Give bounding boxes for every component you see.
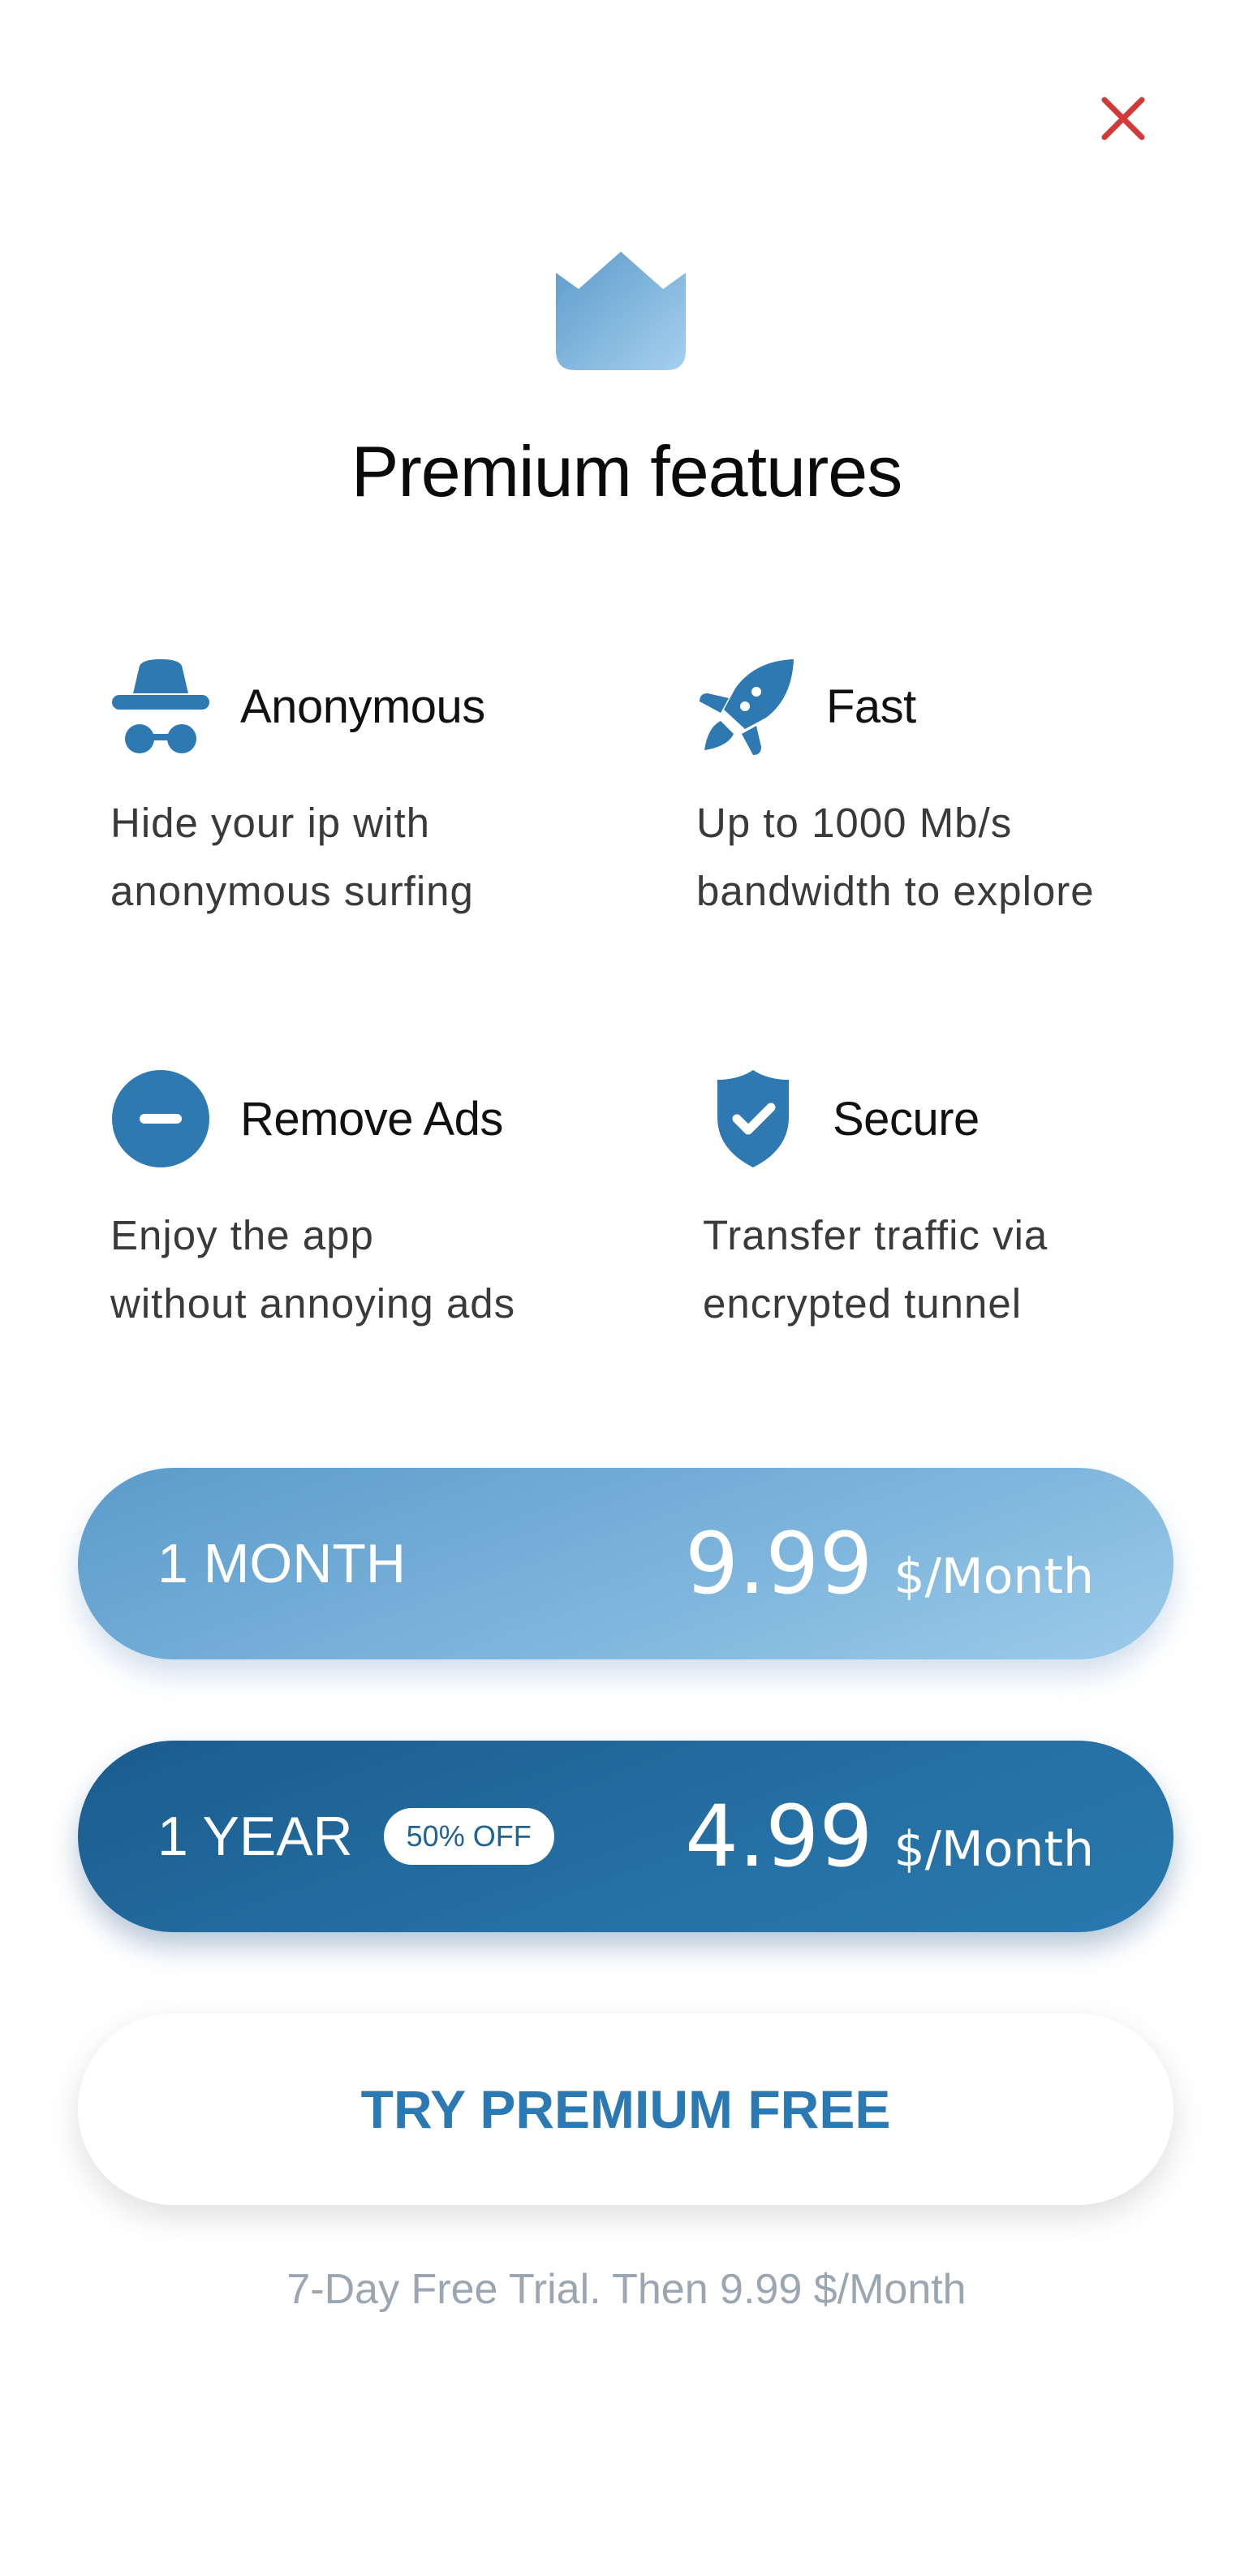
- feature-title: Anonymous: [240, 680, 485, 733]
- feature-description: Transfer traffic via encrypted tunnel: [703, 1212, 1048, 1327]
- plan-price-value: 9.99: [684, 1514, 873, 1613]
- feature-title: Secure: [833, 1092, 980, 1146]
- feature-secure: Secure Transfer traffic via encrypted tu…: [703, 1068, 1222, 1338]
- crown-icon: [556, 252, 686, 370]
- feature-description: Hide your ip with anonymous surfing: [110, 800, 474, 914]
- minus-circle-icon: [110, 1068, 211, 1169]
- feature-fast: Fast Up to 1000 Mb/s bandwidth to explor…: [696, 656, 1216, 926]
- plan-price: 4.99 $/Month: [685, 1787, 1094, 1886]
- feature-description: Enjoy the app without annoying ads: [110, 1212, 516, 1327]
- feature-anonymous: Anonymous Hide your ip with anonymous su…: [110, 656, 630, 926]
- shield-check-icon: [703, 1068, 803, 1169]
- plan-price-unit: $/Month: [893, 1548, 1094, 1605]
- close-icon: [1101, 97, 1145, 140]
- rocket-icon: [696, 656, 797, 757]
- close-button[interactable]: [1091, 86, 1156, 151]
- plan-price-unit: $/Month: [893, 1821, 1094, 1878]
- plan-price: 9.99 $/Month: [685, 1514, 1094, 1613]
- incognito-icon: [110, 656, 211, 757]
- plan-price-value: 4.99: [684, 1787, 873, 1886]
- feature-title: Fast: [826, 680, 916, 733]
- plan-name: 1 MONTH: [157, 1533, 406, 1594]
- page-title: Premium features: [351, 431, 902, 511]
- trial-note: 7-Day Free Trial. Then 9.99 $/Month: [286, 2266, 967, 2313]
- plan-year-button[interactable]: 1 YEAR 50% OFF 4.99 $/Month: [78, 1741, 1173, 1932]
- try-premium-free-button[interactable]: TRY PREMIUM FREE: [78, 2013, 1173, 2205]
- discount-badge: 50% OFF: [383, 1808, 554, 1865]
- plan-name: 1 YEAR: [157, 1806, 353, 1867]
- feature-title: Remove Ads: [240, 1092, 503, 1146]
- feature-description: Up to 1000 Mb/s bandwidth to explore: [696, 800, 1095, 914]
- feature-remove-ads: Remove Ads Enjoy the app without annoyin…: [110, 1068, 630, 1338]
- plan-month-button[interactable]: 1 MONTH 9.99 $/Month: [78, 1468, 1173, 1659]
